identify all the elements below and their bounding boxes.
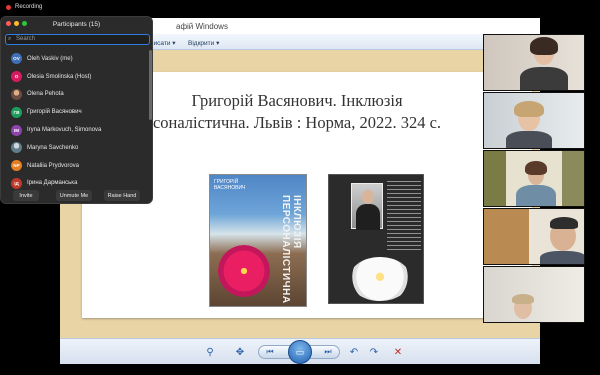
participant-name: Olesia Smolinska (Host) <box>27 73 92 80</box>
author-suit <box>356 204 380 230</box>
video-tile[interactable] <box>483 92 585 149</box>
author-portrait <box>351 183 383 230</box>
next-icon[interactable]: ⏭ <box>320 344 336 360</box>
minimize-window-icon[interactable] <box>14 21 19 26</box>
book-cover-author: ГРИГОРІЙ ВАСЯНОВИЧ <box>214 179 246 191</box>
author-face <box>362 190 374 204</box>
participant-row[interactable]: O Olesia Smolinska (Host) <box>1 68 149 86</box>
previous-icon[interactable]: ⏮ <box>262 344 278 360</box>
video-tile[interactable] <box>483 208 585 265</box>
participant-row[interactable]: IM Iryna Markovuch, Simonova <box>1 121 149 139</box>
participant-name: Григорій Васянович <box>27 109 82 116</box>
unmute-me-button[interactable]: Unmute Me <box>56 190 92 201</box>
participant-hair <box>512 294 534 304</box>
participant-name: Iryna Markovuch, Simonova <box>27 127 102 134</box>
participant-body <box>506 131 552 148</box>
delete-icon[interactable]: ✕ <box>390 344 406 360</box>
toolbar-item-open[interactable]: Відкрити ▾ <box>188 39 219 47</box>
participant-hair <box>525 161 547 175</box>
recording-dot-icon <box>6 4 11 10</box>
participant-row[interactable]: Maryna Savchenko <box>1 139 149 157</box>
video-tile[interactable] <box>483 266 585 323</box>
participant-name: Olena Pehota <box>27 91 64 98</box>
fit-window-icon[interactable]: ✥ <box>232 344 248 360</box>
close-window-icon[interactable] <box>6 21 11 26</box>
participant-row[interactable]: ГВ Григорій Васянович <box>1 103 149 121</box>
avatar <box>11 142 22 154</box>
participant-name: Ірина Дарманська <box>27 180 78 187</box>
rotate-counterclockwise-icon[interactable]: ↶ <box>346 344 362 360</box>
participant-name: Nataliia Prydvorova <box>27 162 80 169</box>
avatar: OV <box>11 53 22 65</box>
book-cover-title: ІНКЛЮЗІЯ ПЕРСОНАЛІСТИЧНА <box>280 195 302 304</box>
zoom-icon[interactable]: ⚲ <box>202 344 218 360</box>
video-tile[interactable] <box>483 34 585 91</box>
raise-hand-button[interactable]: Raise Hand <box>104 190 140 201</box>
avatar: ГВ <box>11 106 22 118</box>
participant-hair <box>530 37 558 55</box>
participant-body <box>540 251 584 264</box>
viewer-controls: ⚲ ✥ ⏮ ▭ ⏭ ↶ ↷ ✕ <box>60 338 540 364</box>
participants-list: OV Oleh Vaskiv (me) O Olesia Smolinska (… <box>1 50 149 192</box>
search-icon: ⌕ <box>8 36 12 42</box>
participants-footer: Invite Unmute Me Raise Hand <box>1 187 152 203</box>
recording-indicator: Recording <box>6 4 42 10</box>
back-cover-text-block <box>387 181 421 251</box>
participant-row[interactable]: Olena Pehota <box>1 86 149 104</box>
search-placeholder: Search <box>16 36 36 42</box>
participant-search-input[interactable]: ⌕ Search <box>5 34 150 45</box>
recording-label: Recording <box>15 4 43 10</box>
participant-body <box>520 67 568 90</box>
video-tile[interactable] <box>483 150 585 207</box>
toolbar-item-print[interactable]: писати ▾ <box>150 39 176 47</box>
rotate-clockwise-icon[interactable]: ↷ <box>366 344 382 360</box>
maximize-window-icon[interactable] <box>22 21 27 26</box>
invite-button[interactable]: Invite <box>13 190 39 201</box>
participants-header: Participants (15) <box>1 17 152 31</box>
participant-hair <box>550 217 578 229</box>
avatar: O <box>11 71 22 83</box>
slideshow-icon[interactable]: ▭ <box>288 340 312 364</box>
video-gallery <box>483 34 585 324</box>
pink-flower-image <box>218 245 270 297</box>
participant-name: Oleh Vaskiv (me) <box>27 55 73 62</box>
avatar <box>11 88 22 100</box>
avatar: NP <box>11 160 22 172</box>
participants-panel: Participants (15) ⌕ Search OV Oleh Vaski… <box>0 16 153 204</box>
white-lily-image <box>349 257 411 301</box>
window-traffic-lights <box>6 21 27 26</box>
avatar: IM <box>11 124 22 136</box>
book-back-cover <box>328 174 424 304</box>
book-cover-inclusion: ГРИГОРІЙ ВАСЯНОВИЧ ІНКЛЮЗІЯ ПЕРСОНАЛІСТИ… <box>209 174 307 307</box>
participant-name: Maryna Savchenko <box>27 144 79 151</box>
participants-scrollbar[interactable] <box>149 50 152 120</box>
meeting-screen: Recording афій Windows писати ▾ Відкрити… <box>0 0 600 375</box>
participant-row[interactable]: OV Oleh Vaskiv (me) <box>1 50 149 68</box>
participant-hair <box>514 101 544 117</box>
participant-body <box>516 185 556 206</box>
participant-row[interactable]: NP Nataliia Prydvorova <box>1 157 149 175</box>
